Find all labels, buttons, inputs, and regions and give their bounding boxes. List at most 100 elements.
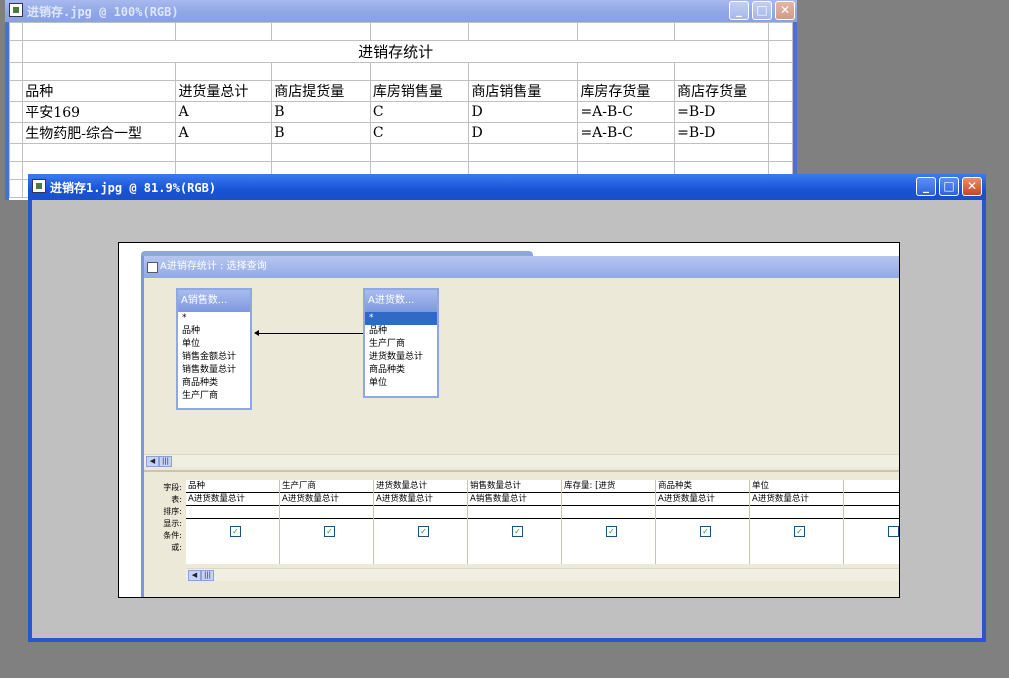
table-field[interactable]: 销售金额总计 — [178, 351, 250, 364]
show-checkbox-empty[interactable] — [888, 526, 899, 537]
row-label-table: 表: — [171, 495, 182, 504]
column-table[interactable]: A进货数量总计 — [280, 493, 373, 506]
sheet-title-row: 进销存统计 — [9, 40, 793, 63]
minimize-button[interactable]: _ — [916, 177, 936, 196]
image-window-2: 进销存1.jpg @ 81.9%(RGB) _ □ ✕ A进销存统计 : 选择查… — [28, 174, 986, 642]
data-cell: =A-B-C — [577, 101, 676, 123]
photoshop-doc-icon — [32, 179, 46, 193]
grid-column[interactable]: 进货数量总计 A进货数量总计 ✓ — [374, 480, 468, 564]
table-field[interactable]: 生产厂商 — [365, 338, 437, 351]
minimize-icon: _ — [736, 3, 742, 17]
column-field[interactable] — [844, 480, 899, 493]
table-field[interactable]: 单位 — [365, 377, 437, 390]
column-table[interactable]: A进货数量总计 — [186, 493, 279, 506]
maximize-button[interactable]: □ — [939, 177, 959, 196]
column-sort[interactable] — [468, 506, 561, 519]
grid-column[interactable]: 库存量: [进货 ✓ — [562, 480, 656, 564]
table-field[interactable]: 品种 — [178, 325, 250, 338]
header-cell: 商店存货量 — [674, 80, 770, 102]
column-field[interactable]: 进货数量总计 — [374, 480, 467, 493]
show-checkbox[interactable]: ✓ — [794, 526, 805, 537]
data-cell: C — [369, 101, 470, 123]
column-table[interactable]: A进货数量总计 — [656, 493, 749, 506]
column-table[interactable] — [562, 493, 655, 506]
column-field[interactable]: 单位 — [750, 480, 843, 493]
table-field[interactable]: 进货数量总计 — [365, 351, 437, 364]
maximize-button[interactable]: □ — [752, 1, 772, 20]
photoshop-doc-icon — [9, 3, 23, 17]
data-cell: D — [468, 101, 579, 123]
grid-column-empty[interactable] — [844, 480, 899, 564]
table-box-title: A销售数... — [178, 290, 250, 312]
show-checkbox[interactable]: ✓ — [512, 526, 523, 537]
column-sort[interactable] — [844, 506, 899, 519]
data-cell: =B-D — [674, 101, 770, 123]
scroll-left-icon[interactable]: ◀ — [188, 570, 201, 581]
window-2-title: 进销存1.jpg @ 81.9%(RGB) — [50, 181, 217, 195]
table-field[interactable]: * — [178, 312, 250, 325]
table-row: 平安169 A B C D =A-B-C =B-D — [9, 101, 793, 123]
column-field[interactable]: 生产厂商 — [280, 480, 373, 493]
close-button[interactable]: ✕ — [775, 1, 795, 20]
column-table[interactable] — [844, 493, 899, 506]
data-cell: 生物药肥-综合一型 — [22, 122, 177, 144]
grid-column[interactable]: 销售数量总计 A销售数量总计 ✓ — [468, 480, 562, 564]
upper-scrollbar[interactable]: ◀ ||| — [144, 454, 899, 467]
header-cell: 商店提货量 — [271, 80, 371, 102]
close-icon: ✕ — [779, 3, 791, 17]
data-cell: D — [468, 122, 579, 144]
table-field[interactable]: 品种 — [365, 325, 437, 338]
scroll-thumb-icon[interactable]: ||| — [201, 570, 214, 581]
column-sort[interactable] — [374, 506, 467, 519]
minimize-button[interactable]: _ — [729, 1, 749, 20]
header-cell: 库房销售量 — [369, 80, 470, 102]
column-field[interactable]: 商品种类 — [656, 480, 749, 493]
close-button[interactable]: ✕ — [962, 177, 982, 196]
grid-scrollbar[interactable]: ◀ ||| — [186, 568, 899, 581]
row-label-criteria: 条件: — [163, 531, 182, 540]
table-box-title: A进货数... — [365, 290, 437, 312]
show-checkbox[interactable]: ✓ — [230, 526, 241, 537]
pane-splitter[interactable] — [144, 470, 899, 472]
column-sort[interactable] — [750, 506, 843, 519]
grid-column[interactable]: 单位 A进货数量总计 ✓ — [750, 480, 844, 564]
row-label-or: 或: — [171, 543, 182, 552]
column-sort[interactable] — [186, 506, 279, 519]
column-field[interactable]: 销售数量总计 — [468, 480, 561, 493]
table-field[interactable]: 单位 — [178, 338, 250, 351]
sheet-title: 进销存统计 — [22, 40, 770, 63]
row-label-field: 字段: — [163, 483, 182, 492]
grid-column[interactable]: 品种 A进货数量总计 ✓ — [186, 480, 280, 564]
column-field[interactable]: 品种 — [186, 480, 279, 493]
column-sort[interactable] — [280, 506, 373, 519]
data-cell: 平安169 — [22, 101, 177, 123]
column-sort[interactable] — [656, 506, 749, 519]
show-checkbox[interactable]: ✓ — [606, 526, 617, 537]
scroll-left-icon[interactable]: ◀ — [146, 456, 159, 467]
header-cell: 进货量总计 — [175, 80, 273, 102]
show-checkbox[interactable]: ✓ — [324, 526, 335, 537]
column-field[interactable]: 库存量: [进货 — [562, 480, 655, 493]
show-checkbox[interactable]: ✓ — [418, 526, 429, 537]
column-sort[interactable] — [562, 506, 655, 519]
table-box-sales[interactable]: A销售数... * 品种 单位 销售金额总计 销售数量总计 商品种类 生产厂商 — [176, 288, 252, 410]
access-query-screenshot: A进销存统计 : 选择查询 A销售数... * 品种 单位 销售金额总计 销售数… — [118, 242, 900, 598]
window-2-canvas: A进销存统计 : 选择查询 A销售数... * 品种 单位 销售金额总计 销售数… — [32, 200, 982, 638]
table-field[interactable]: 商品种类 — [178, 377, 250, 390]
table-field[interactable]: 生产厂商 — [178, 390, 250, 403]
column-table[interactable]: A进货数量总计 — [374, 493, 467, 506]
table-field[interactable]: * — [365, 312, 437, 325]
table-box-purchase[interactable]: A进货数... * 品种 生产厂商 进货数量总计 商品种类 单位 — [363, 288, 439, 398]
window-1-titlebar[interactable]: 进销存.jpg @ 100%(RGB) _ □ ✕ — [5, 0, 797, 22]
window-1-title: 进销存.jpg @ 100%(RGB) — [27, 5, 179, 19]
grid-column[interactable]: 商品种类 A进货数量总计 ✓ — [656, 480, 750, 564]
grid-column[interactable]: 生产厂商 A进货数量总计 ✓ — [280, 480, 374, 564]
column-table[interactable]: A销售数量总计 — [468, 493, 561, 506]
table-field[interactable]: 销售数量总计 — [178, 364, 250, 377]
scroll-thumb-icon[interactable]: ||| — [159, 456, 172, 467]
window-2-titlebar[interactable]: 进销存1.jpg @ 81.9%(RGB) _ □ ✕ — [28, 174, 986, 200]
table-field[interactable]: 商品种类 — [365, 364, 437, 377]
image-window-1: 进销存.jpg @ 100%(RGB) _ □ ✕ 进销存统计 品种 进货量总计… — [5, 0, 797, 200]
column-table[interactable]: A进货数量总计 — [750, 493, 843, 506]
show-checkbox[interactable]: ✓ — [700, 526, 711, 537]
